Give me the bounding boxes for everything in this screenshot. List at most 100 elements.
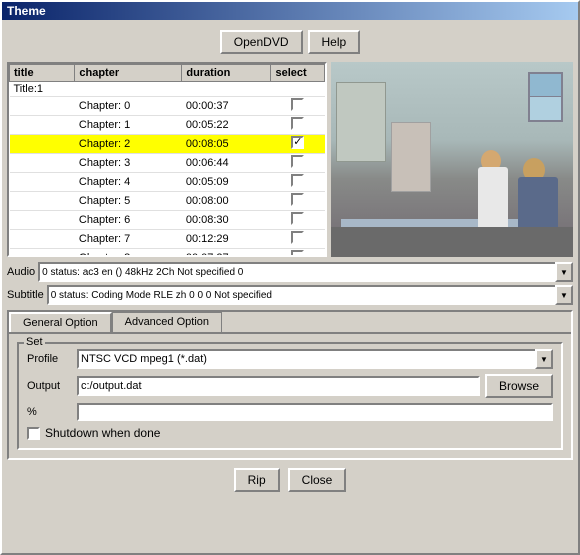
output-row: Output Browse [27, 374, 553, 398]
scene-window [528, 72, 563, 122]
shutdown-label: Shutdown when done [45, 426, 160, 440]
chapter-checkbox-4[interactable] [291, 174, 304, 187]
title-bar: Theme [2, 2, 578, 20]
subtitle-row: Subtitle 0 status: Coding Mode RLE zh 0 … [7, 285, 573, 305]
chapter-select-cell[interactable] [271, 154, 325, 173]
col-select-header: select [271, 65, 325, 82]
percent-label: % [27, 406, 72, 418]
profile-wrapper[interactable]: NTSC VCD mpeg1 (*.dat) PAL VCD mpeg1 (*.… [77, 349, 553, 369]
chapter-title-cell [10, 135, 75, 154]
col-chapter-header: chapter [75, 65, 182, 82]
chapter-checkbox-1[interactable] [291, 117, 304, 130]
tabs-area: General Option Advanced Option Set Profi… [7, 310, 573, 460]
subtitle-dropdown-wrapper[interactable]: 0 status: Coding Mode RLE zh 0 0 0 Not s… [47, 285, 573, 305]
chapter-checkbox-3[interactable] [291, 155, 304, 168]
chapter-name-cell: Chapter: 1 [75, 116, 182, 135]
chapter-title-cell [10, 116, 75, 135]
chapter-name-cell: Chapter: 3 [75, 154, 182, 173]
close-button[interactable]: Close [288, 468, 347, 492]
chapter-checkbox-2[interactable] [291, 136, 304, 149]
table-row[interactable]: Chapter: 2 00:08:05 [10, 135, 325, 154]
audio-subtitle-area: Audio 0 status: ac3 en () 48kHz 2Ch Not … [7, 262, 573, 305]
scene-cabinet [336, 82, 386, 162]
chapter-title-cell [10, 249, 75, 256]
chapter-checkbox-5[interactable] [291, 193, 304, 206]
table-row[interactable]: Chapter: 4 00:05:09 [10, 173, 325, 192]
shutdown-row: Shutdown when done [27, 426, 553, 440]
main-area: title chapter duration select Title:1 Ch… [7, 62, 573, 257]
shutdown-checkbox[interactable] [27, 427, 40, 440]
chapter-checkbox-0[interactable] [291, 98, 304, 111]
chapter-name-cell: Chapter: 5 [75, 192, 182, 211]
set-group: Set Profile NTSC VCD mpeg1 (*.dat) PAL V… [17, 342, 563, 450]
chapter-name-cell: Chapter: 7 [75, 230, 182, 249]
chapter-duration-cell: 00:08:30 [182, 211, 271, 230]
title-row: Title:1 [10, 82, 325, 97]
chapter-title-cell [10, 192, 75, 211]
chapter-title-cell [10, 173, 75, 192]
chapter-table-container: title chapter duration select Title:1 Ch… [7, 62, 327, 257]
opendvd-button[interactable]: OpenDVD [220, 30, 303, 54]
output-input[interactable] [77, 376, 480, 396]
table-row[interactable]: Chapter: 7 00:12:29 [10, 230, 325, 249]
chapter-title-cell [10, 230, 75, 249]
profile-row: Profile NTSC VCD mpeg1 (*.dat) PAL VCD m… [27, 349, 553, 369]
rip-button[interactable]: Rip [234, 468, 280, 492]
chapter-select-cell[interactable] [271, 135, 325, 154]
chapter-select-cell[interactable] [271, 116, 325, 135]
chapter-select-cell[interactable] [271, 211, 325, 230]
tab-header: General Option Advanced Option [9, 312, 571, 332]
chapter-name-cell: Chapter: 0 [75, 97, 182, 116]
chapter-duration-cell: 00:05:09 [182, 173, 271, 192]
chapter-name-cell: Chapter: 6 [75, 211, 182, 230]
chapter-duration-cell: 00:05:22 [182, 116, 271, 135]
title-cell: Title:1 [10, 82, 325, 97]
chapter-select-cell[interactable] [271, 249, 325, 256]
tab-advanced[interactable]: Advanced Option [112, 312, 222, 332]
chapter-duration-cell: 00:07:27 [182, 249, 271, 256]
audio-dropdown-wrapper[interactable]: 0 status: ac3 en () 48kHz 2Ch Not specif… [38, 262, 573, 282]
tab-content-general: Set Profile NTSC VCD mpeg1 (*.dat) PAL V… [9, 332, 571, 458]
chapter-duration-cell: 00:00:37 [182, 97, 271, 116]
chapter-name-cell: Chapter: 4 [75, 173, 182, 192]
chapter-duration-cell: 00:12:29 [182, 230, 271, 249]
main-window: Theme OpenDVD Help title chapter durati [0, 0, 580, 555]
audio-label: Audio [7, 266, 35, 278]
chapter-title-cell [10, 211, 75, 230]
col-title-header: title [10, 65, 75, 82]
chapter-title-cell [10, 97, 75, 116]
table-header: title chapter duration select [10, 65, 325, 82]
chapter-select-cell[interactable] [271, 192, 325, 211]
chapter-select-cell[interactable] [271, 230, 325, 249]
col-duration-header: duration [182, 65, 271, 82]
output-label: Output [27, 380, 72, 392]
profile-label: Profile [27, 353, 72, 365]
chapter-checkbox-7[interactable] [291, 231, 304, 244]
chapter-duration-cell: 00:06:44 [182, 154, 271, 173]
chapter-name-cell: Chapter: 2 [75, 135, 182, 154]
table-row[interactable]: Chapter: 1 00:05:22 [10, 116, 325, 135]
chapter-select-cell[interactable] [271, 173, 325, 192]
profile-select[interactable]: NTSC VCD mpeg1 (*.dat) PAL VCD mpeg1 (*.… [77, 349, 553, 369]
chapter-checkbox-8[interactable] [291, 250, 304, 255]
chapter-checkbox-6[interactable] [291, 212, 304, 225]
help-button[interactable]: Help [308, 30, 361, 54]
table-row[interactable]: Chapter: 6 00:08:30 [10, 211, 325, 230]
chapter-select-cell[interactable] [271, 97, 325, 116]
tab-general[interactable]: General Option [9, 312, 112, 332]
subtitle-select[interactable]: 0 status: Coding Mode RLE zh 0 0 0 Not s… [47, 285, 573, 305]
table-row[interactable]: Chapter: 3 00:06:44 [10, 154, 325, 173]
audio-select[interactable]: 0 status: ac3 en () 48kHz 2Ch Not specif… [38, 262, 573, 282]
preview-area [331, 62, 573, 257]
table-row[interactable]: Chapter: 5 00:08:00 [10, 192, 325, 211]
chapter-title-cell [10, 154, 75, 173]
bottom-buttons: Rip Close [7, 468, 573, 492]
progress-row: % [27, 403, 553, 421]
table-row[interactable]: Chapter: 8 00:07:27 [10, 249, 325, 256]
toolbar: OpenDVD Help [7, 25, 573, 54]
browse-button[interactable]: Browse [485, 374, 553, 398]
chapter-duration-cell: 00:08:05 [182, 135, 271, 154]
chapter-table: title chapter duration select Title:1 Ch… [9, 64, 325, 255]
table-row[interactable]: Chapter: 0 00:00:37 [10, 97, 325, 116]
set-legend: Set [24, 336, 45, 348]
